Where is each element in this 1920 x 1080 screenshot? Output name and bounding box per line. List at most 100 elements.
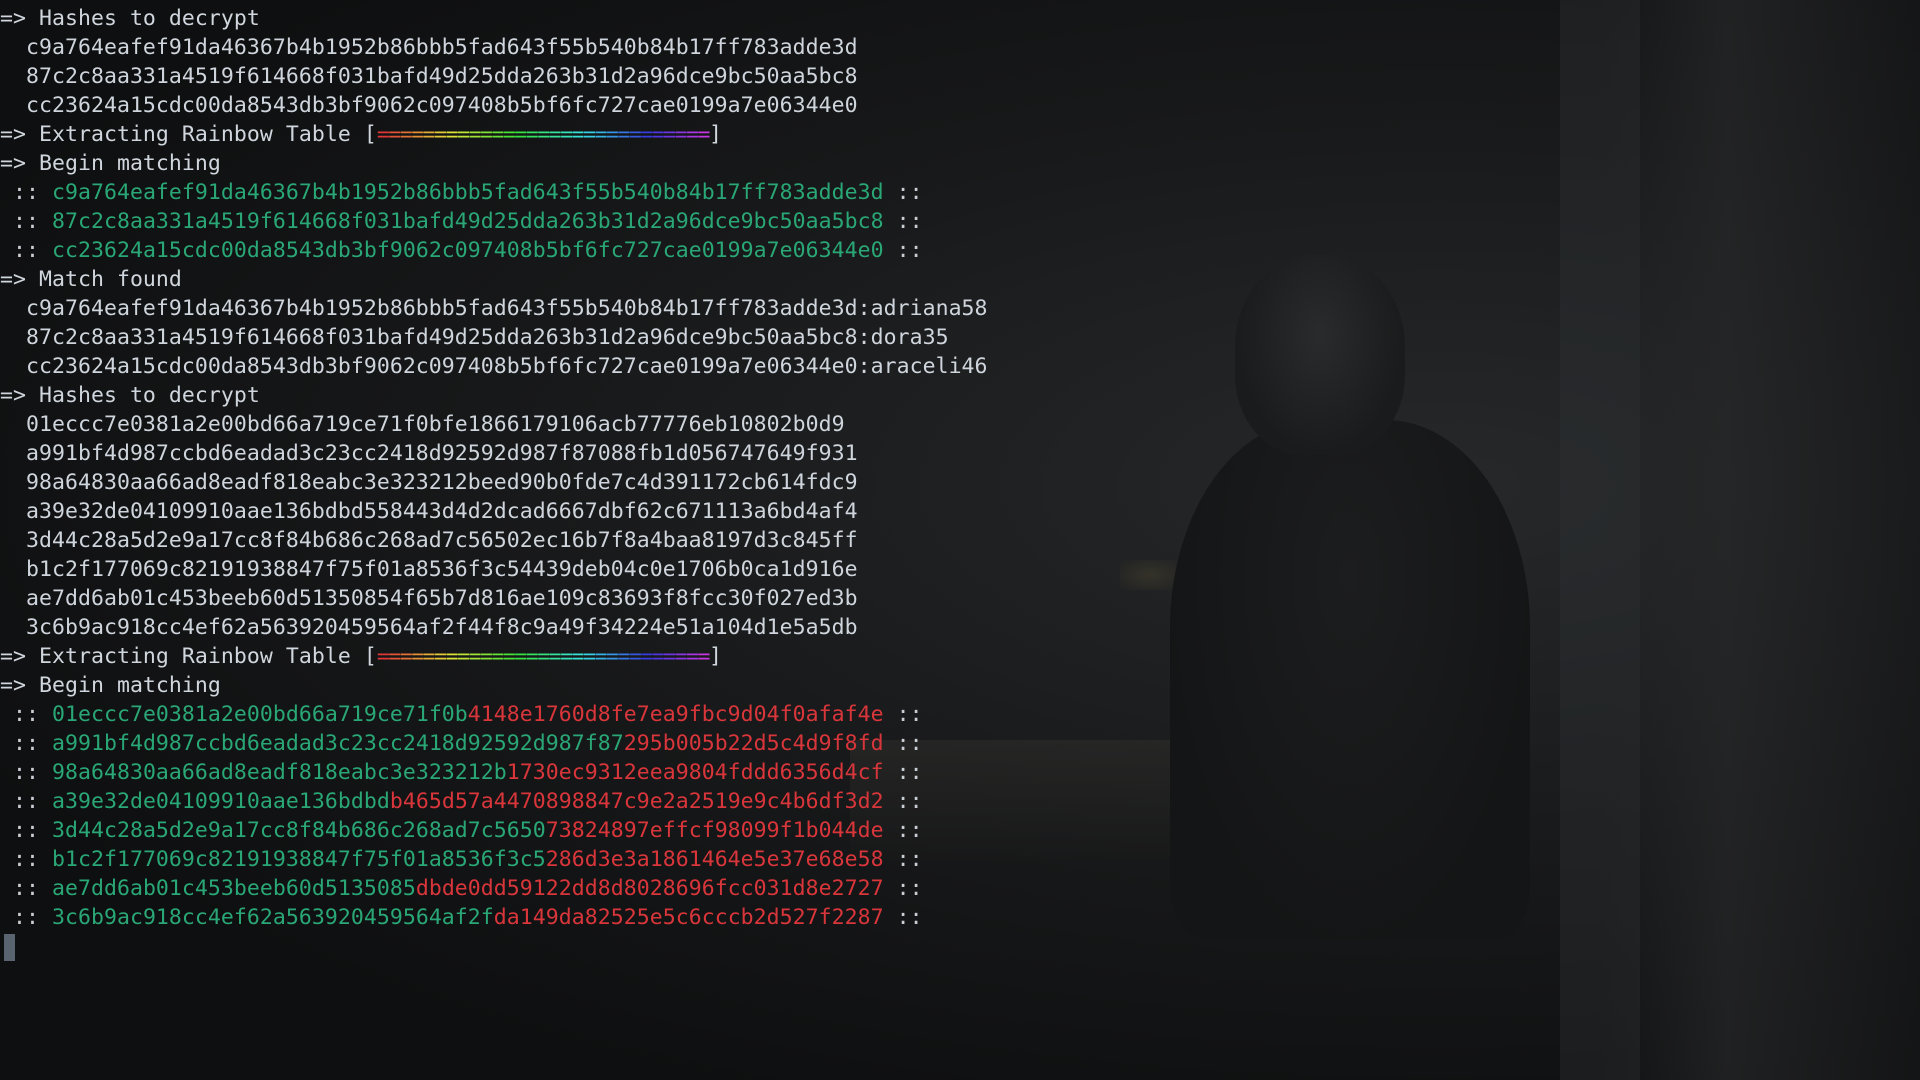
progress-bar-segment: = (571, 644, 585, 669)
progress-bar-segment: = (686, 122, 699, 147)
progress-bar-segment: = (457, 644, 470, 669)
progress-bar-segment: = (422, 122, 436, 147)
progress-bar-segment: = (376, 644, 390, 669)
hash-line-text: cc23624a15cdc00da8543db3bf9062c097408b5b… (0, 93, 858, 118)
row-suffix: :: (883, 876, 923, 901)
progress-bar-segment: = (399, 644, 413, 669)
progress-bar-segment: = (445, 122, 459, 147)
mismatched-hash-part: 286d3e3a1861464e5e37e68e58 (545, 847, 884, 872)
heading-text: => Match found (0, 267, 182, 292)
hash-line: ae7dd6ab01c453beeb60d51350854f65b7d816ae… (0, 584, 1920, 613)
row-suffix: :: (883, 847, 923, 872)
progress-bar-segment: = (457, 122, 470, 147)
matched-hash-part: ae7dd6ab01c453beeb60d5135085 (51, 876, 416, 901)
progress-bar-segment: = (697, 122, 711, 147)
matching-row: :: 87c2c8aa331a4519f614668f031bafd49d25d… (0, 207, 1920, 236)
progress-bracket-close: ] (708, 122, 722, 147)
progress-bar-segment: = (514, 122, 527, 147)
progress-bar-segment: = (686, 644, 699, 669)
progress-bar-segment: = (491, 122, 504, 147)
progress-bar-segment: = (594, 122, 607, 147)
mismatched-hash-part: 295b005b22d5c4d9f8fd (623, 731, 884, 756)
progress-bar-segment: = (663, 122, 676, 147)
hash-line: 3c6b9ac918cc4ef62a563920459564af2f44f8c9… (0, 613, 1920, 642)
terminal-output[interactable]: => Hashes to decrypt c9a764eafef91da4636… (0, 0, 1920, 1080)
progress-bracket-open: [ (363, 122, 377, 147)
row-suffix: :: (883, 180, 923, 205)
progress-bar-segment: = (651, 122, 665, 147)
extract-heading-text: => Extracting Rainbow Table (0, 644, 364, 669)
extract-heading-text: => Extracting Rainbow Table (0, 122, 364, 147)
row-prefix: :: (0, 209, 52, 234)
match-result-line-text: cc23624a15cdc00da8543db3bf9062c097408b5b… (0, 354, 988, 379)
progress-bar-segment: = (663, 644, 676, 669)
progress-bar-segment: = (514, 644, 527, 669)
heading-text: => Begin matching (0, 151, 221, 176)
row-suffix: :: (883, 905, 923, 930)
row-prefix: :: (0, 731, 52, 756)
hash-line-text: c9a764eafef91da46367b4b1952b86bbb5fad643… (0, 35, 858, 60)
row-suffix: :: (883, 702, 923, 727)
extract-progress-line: => Extracting Rainbow Table [===========… (0, 642, 1920, 671)
hash-line: 01eccc7e0381a2e00bd66a719ce71f0bfe186617… (0, 410, 1920, 439)
terminal-cursor (4, 933, 15, 961)
terminal-heading-line: => Match found (0, 265, 1920, 294)
match-result-line: c9a764eafef91da46367b4b1952b86bbb5fad643… (0, 294, 1920, 323)
hash-line-text: ae7dd6ab01c453beeb60d51350854f65b7d816ae… (0, 586, 858, 611)
row-suffix: :: (883, 209, 923, 234)
progress-bar-segment: = (651, 644, 665, 669)
mismatched-hash-part: 1730ec9312eea9804fddd6356d4cf (506, 760, 884, 785)
progress-bar-segment: = (502, 122, 516, 147)
matching-row: :: 98a64830aa66ad8eadf818eabc3e323212b17… (0, 758, 1920, 787)
matching-row: :: ae7dd6ab01c453beeb60d5135085dbde0dd59… (0, 874, 1920, 903)
progress-bar-segment: = (434, 122, 447, 147)
row-suffix: :: (883, 789, 923, 814)
progress-bar-segment: = (388, 644, 401, 669)
matched-hash-part: 87c2c8aa331a4519f614668f031bafd49d25dda2… (51, 209, 884, 234)
progress-bar-segment: = (468, 122, 481, 147)
hash-line-text: 3d44c28a5d2e9a17cc8f84b686c268ad7c56502e… (0, 528, 858, 553)
progress-bar-segment: = (468, 644, 481, 669)
hash-line-text: b1c2f177069c82191938847f75f01a8536f3c544… (0, 557, 858, 582)
row-suffix: :: (883, 760, 923, 785)
progress-bar-segment: = (605, 122, 619, 147)
hash-line: 98a64830aa66ad8eadf818eabc3e323212beed90… (0, 468, 1920, 497)
progress-bar-segment: = (548, 644, 562, 669)
progress-bar-segment: = (571, 122, 585, 147)
matched-hash-part: cc23624a15cdc00da8543db3bf9062c097408b5b… (51, 238, 884, 263)
terminal-heading-line: => Begin matching (0, 671, 1920, 700)
progress-bracket-close: ] (708, 644, 722, 669)
progress-bar-segment: = (479, 122, 493, 147)
mismatched-hash-part: 73824897effcf98099f1b044de (545, 818, 884, 843)
hash-line: c9a764eafef91da46367b4b1952b86bbb5fad643… (0, 33, 1920, 62)
hash-line: cc23624a15cdc00da8543db3bf9062c097408b5b… (0, 91, 1920, 120)
matched-hash-part: b1c2f177069c82191938847f75f01a8536f3c5 (51, 847, 546, 872)
matching-row: :: 3c6b9ac918cc4ef62a563920459564af2fda1… (0, 903, 1920, 932)
rainbow-progress-bar: ============================= (377, 122, 711, 147)
row-prefix: :: (0, 876, 52, 901)
progress-bar-segment: = (434, 644, 447, 669)
hash-line: a39e32de04109910aae136bdbd558443d4d2dcad… (0, 497, 1920, 526)
match-result-line: 87c2c8aa331a4519f614668f031bafd49d25dda2… (0, 323, 1920, 352)
matching-row: :: b1c2f177069c82191938847f75f01a8536f3c… (0, 845, 1920, 874)
progress-bar-segment: = (617, 122, 630, 147)
row-prefix: :: (0, 238, 52, 263)
progress-bracket-open: [ (363, 644, 377, 669)
extract-progress-line: => Extracting Rainbow Table [===========… (0, 120, 1920, 149)
row-prefix: :: (0, 702, 52, 727)
progress-bar-segment: = (411, 644, 424, 669)
progress-bar-segment: = (628, 644, 642, 669)
progress-bar-segment: = (411, 122, 424, 147)
progress-bar-segment: = (594, 644, 607, 669)
matching-row: :: a39e32de04109910aae136bdbdb465d57a447… (0, 787, 1920, 816)
match-result-line-text: c9a764eafef91da46367b4b1952b86bbb5fad643… (0, 296, 988, 321)
mismatched-hash-part: dbde0dd59122dd8d8028696fcc031d8e2727 (415, 876, 884, 901)
matching-row: :: 3d44c28a5d2e9a17cc8f84b686c268ad7c565… (0, 816, 1920, 845)
row-suffix: :: (883, 731, 923, 756)
hash-line: 87c2c8aa331a4519f614668f031bafd49d25dda2… (0, 62, 1920, 91)
matching-row: :: 01eccc7e0381a2e00bd66a719ce71f0b4148e… (0, 700, 1920, 729)
progress-bar-segment: = (674, 122, 688, 147)
progress-bar-segment: = (640, 644, 653, 669)
matched-hash-part: c9a764eafef91da46367b4b1952b86bbb5fad643… (51, 180, 884, 205)
hash-line: a991bf4d987ccbd6eadad3c23cc2418d92592d98… (0, 439, 1920, 468)
